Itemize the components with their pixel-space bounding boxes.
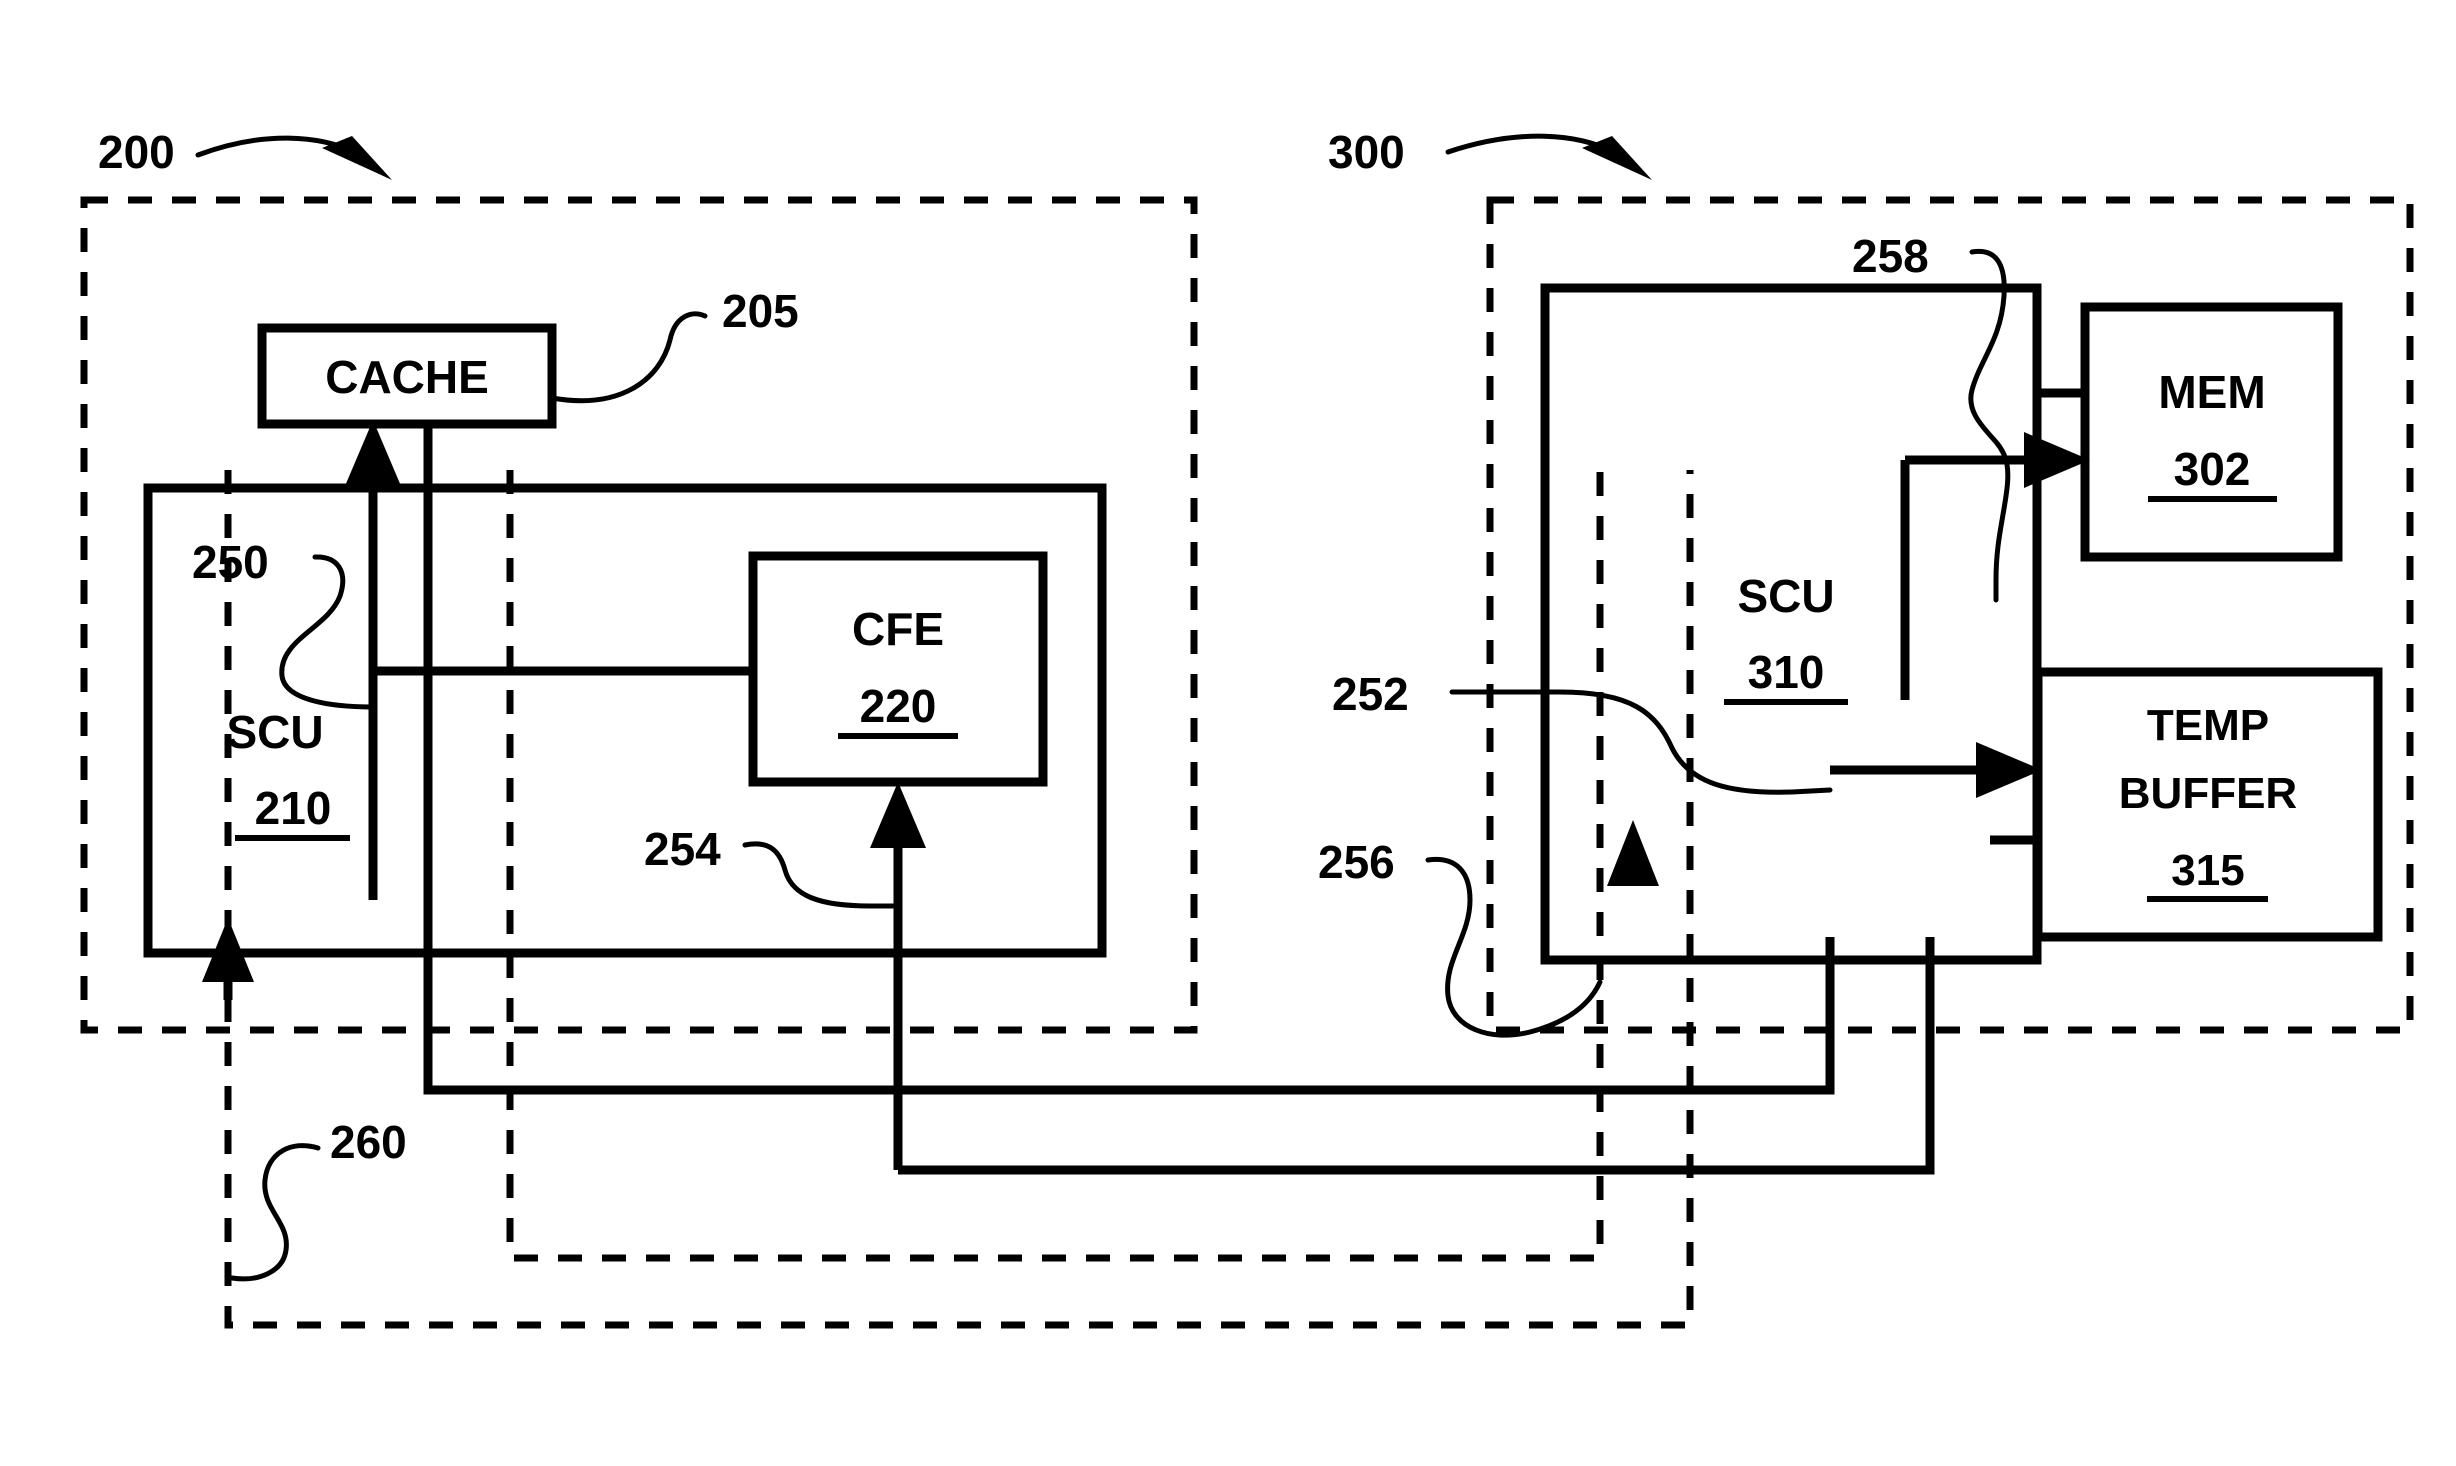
scu210-number: 210 [255,782,332,834]
cache-box-label: CACHE [325,351,489,403]
ref-254-label: 254 [644,823,721,875]
ref-205-label: 205 [722,285,799,337]
wire-cache-to-lower-bus [423,424,1835,1095]
dashed-boundary-300 [1486,196,2414,1034]
arrowhead-cache-input [345,420,401,486]
cfe220-box [748,551,1048,787]
mem302-box [2080,302,2343,562]
ref-252-leader [1449,689,1833,795]
ref-250-leader [279,554,376,710]
ref-250-label: 250 [192,536,269,588]
patent-block-diagram: CACHE SCU 210 CFE 220 SCU 310 MEM 302 TE… [80,126,2414,1329]
dashed-boundary-200 [80,196,1198,1034]
ref-200-label: 200 [98,126,175,178]
ref-260-leader [229,1143,321,1282]
temp-buffer315-number: 315 [2171,846,2244,895]
temp-buffer315-label-line2: BUFFER [2119,769,2297,818]
arrowhead-cfe-input [870,782,926,848]
cfe220-label: CFE [852,603,944,655]
scu310-number: 310 [1748,646,1825,698]
temp-buffer315-label-line1: TEMP [2147,701,2269,750]
figure-canvas: CACHE SCU 210 CFE 220 SCU 310 MEM 302 TE… [0,0,2456,1466]
cfe220-number: 220 [860,680,937,732]
scu310-label: SCU [1737,570,1834,622]
ref-252-label: 252 [1332,668,1409,720]
mem302-label: MEM [2158,366,2265,418]
arrowhead-scu310-input [1607,820,1659,886]
ref-258-leader [1968,248,2011,603]
wire-bus-to-cfe-run [898,937,1935,1175]
ref-256-label: 256 [1318,836,1395,888]
ref-205-leader [549,311,708,404]
ref-256-leader [1425,856,1603,1038]
scu210-label: SCU [226,706,323,758]
ref-260-label: 260 [330,1116,407,1168]
mem302-number: 302 [2174,443,2251,495]
ref-254-leader [742,841,898,909]
ref-258-label: 258 [1852,230,1929,282]
arrowhead-temp-buffer-input [1976,742,2042,798]
arrowhead-mem-input [2024,432,2090,488]
ref-300-label: 300 [1328,126,1405,178]
